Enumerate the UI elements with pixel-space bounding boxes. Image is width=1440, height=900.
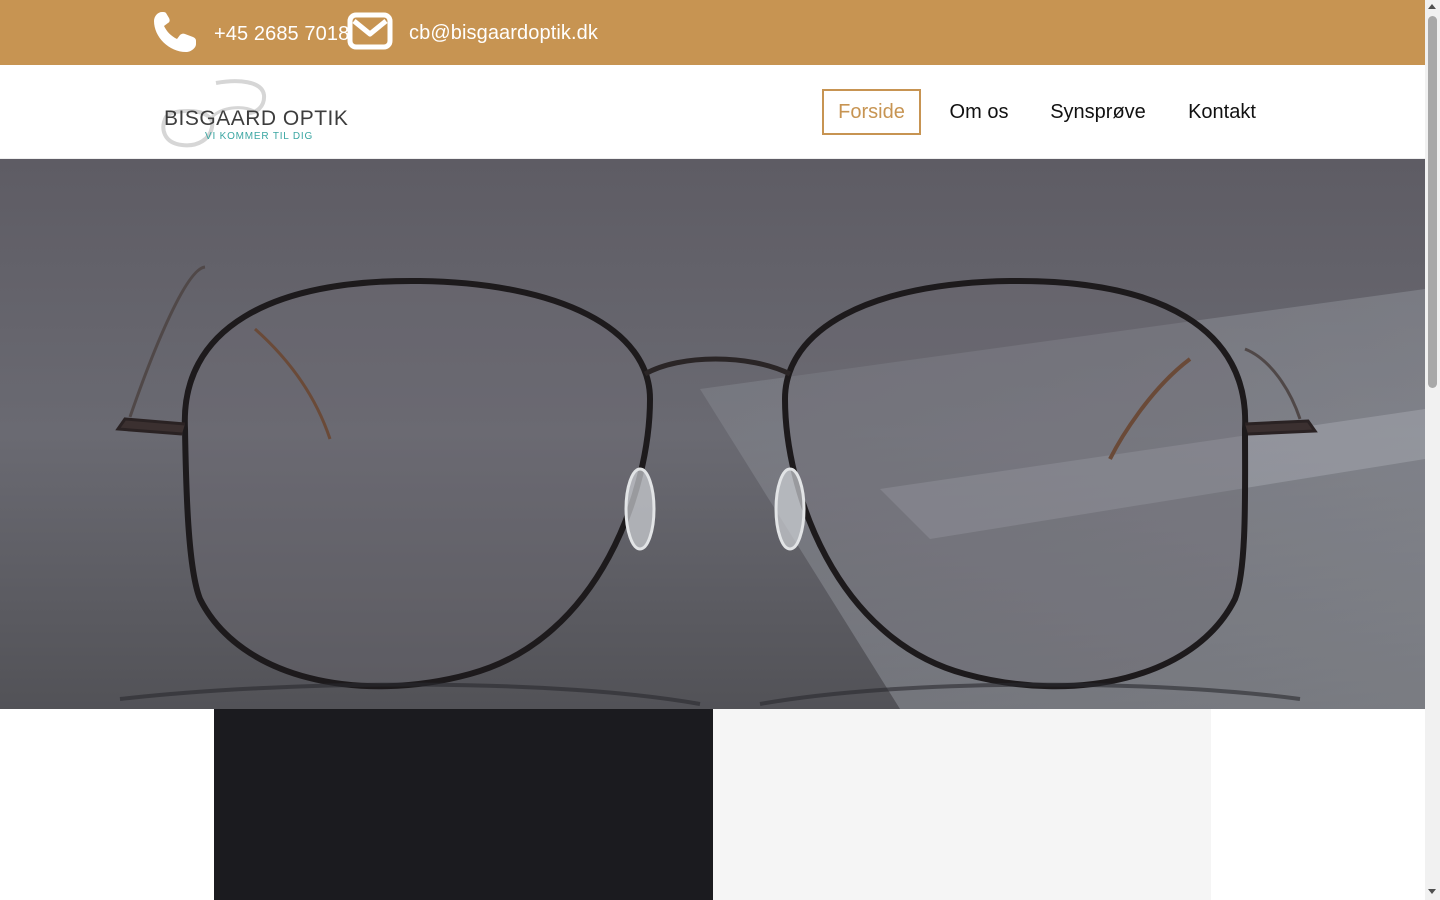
scrollbar-thumb[interactable] bbox=[1428, 16, 1437, 388]
phone-icon bbox=[152, 10, 198, 59]
page-scrollbar[interactable] bbox=[1425, 0, 1440, 900]
scroll-down-arrow-icon[interactable] bbox=[1428, 889, 1436, 894]
contact-bar: +45 2685 7018 cb@bisgaardoptik.dk bbox=[0, 0, 1425, 65]
eyeglasses-image bbox=[0, 159, 1425, 709]
phone-contact[interactable]: +45 2685 7018 bbox=[152, 10, 349, 59]
content-panel-dark bbox=[214, 709, 713, 900]
email-address[interactable]: cb@bisgaardoptik.dk bbox=[409, 22, 598, 45]
content-panel-light bbox=[713, 709, 1211, 900]
envelope-icon bbox=[347, 12, 393, 55]
scroll-up-arrow-icon[interactable] bbox=[1428, 4, 1436, 9]
main-nav: Forside Om os Synsprøve Kontakt bbox=[0, 89, 1425, 135]
nav-item-om-os[interactable]: Om os bbox=[940, 89, 1018, 135]
email-contact[interactable]: cb@bisgaardoptik.dk bbox=[347, 12, 598, 55]
nav-item-kontakt[interactable]: Kontakt bbox=[1178, 89, 1266, 135]
phone-number[interactable]: +45 2685 7018 bbox=[214, 23, 349, 46]
nav-item-forside[interactable]: Forside bbox=[822, 89, 921, 135]
site-header: BISGAARD OPTIK VI KOMMER TIL DIG Forside… bbox=[0, 65, 1425, 159]
nav-item-synsprove[interactable]: Synsprøve bbox=[1044, 89, 1152, 135]
hero-image bbox=[0, 159, 1425, 709]
